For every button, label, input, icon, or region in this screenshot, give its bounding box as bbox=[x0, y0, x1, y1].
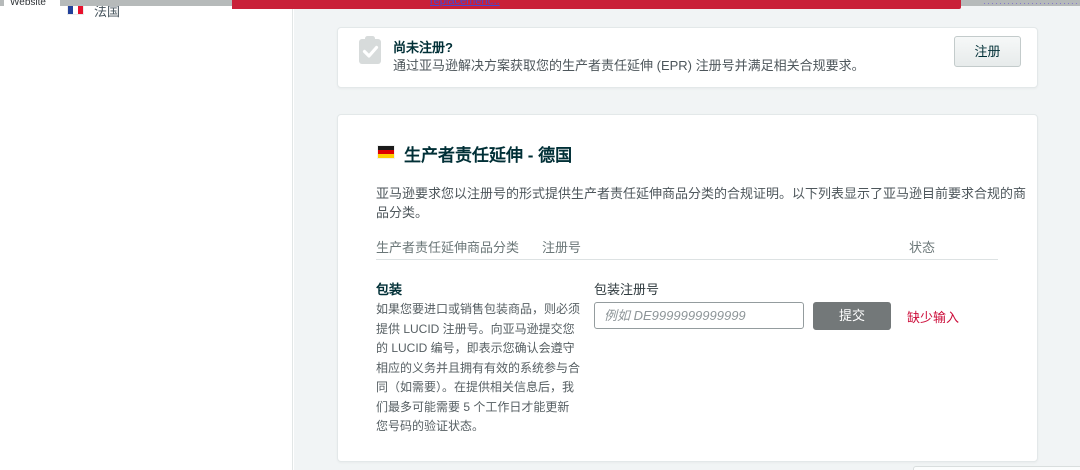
category-description: 如果您要进口或销售包装商品，则必须提供 LUCID 注册号。向亚马逊提交您的 L… bbox=[376, 300, 580, 437]
bottom-peek-card bbox=[913, 466, 1080, 470]
website-tab[interactable]: Website bbox=[4, 0, 60, 9]
register-card-title: 尚未注册? bbox=[393, 37, 453, 56]
submit-button[interactable]: 提交 bbox=[813, 302, 891, 330]
clipboard-check-icon bbox=[358, 36, 382, 65]
column-header-status: 状态 bbox=[909, 237, 935, 256]
left-sidebar bbox=[0, 0, 293, 470]
status-missing-input: 缺少输入 bbox=[907, 307, 959, 326]
website-tab-label: Website bbox=[4, 0, 60, 8]
register-button[interactable]: 注册 bbox=[954, 36, 1021, 67]
column-header-registration-number: 注册号 bbox=[542, 237, 581, 256]
register-card-body: 通过亚马逊解决方案获取您的生产者责任延伸 (EPR) 注册号并满足相关合规要求。 bbox=[393, 55, 865, 74]
epr-germany-title: 生产者责任延伸 - 德国 bbox=[404, 141, 572, 166]
germany-flag-icon bbox=[378, 146, 394, 158]
epr-germany-subtitle: 亚马逊要求您以注册号的形式提供生产者责任延伸商品分类的合规证明。以下列表显示了亚… bbox=[376, 183, 1037, 221]
registration-number-input[interactable] bbox=[594, 302, 804, 329]
top-bar-right: ······························· bbox=[961, 0, 1080, 6]
register-card: 尚未注册? 通过亚马逊解决方案获取您的生产者责任延伸 (EPR) 注册号并满足相… bbox=[337, 27, 1038, 88]
registration-input-label: 包装注册号 bbox=[594, 279, 659, 298]
column-header-category: 生产者责任延伸商品分类 bbox=[376, 237, 519, 256]
category-name: 包装 bbox=[376, 279, 402, 298]
top-right-text-clipped: ······························· bbox=[983, 0, 1080, 6]
banner-link-clipped[interactable]: replacement... bbox=[430, 0, 961, 7]
epr-germany-card: 生产者责任延伸 - 德国 亚马逊要求您以注册号的形式提供生产者责任延伸商品分类的… bbox=[337, 114, 1038, 462]
table-header-divider bbox=[376, 259, 998, 260]
notification-banner-clipped: replacement... bbox=[232, 0, 961, 9]
